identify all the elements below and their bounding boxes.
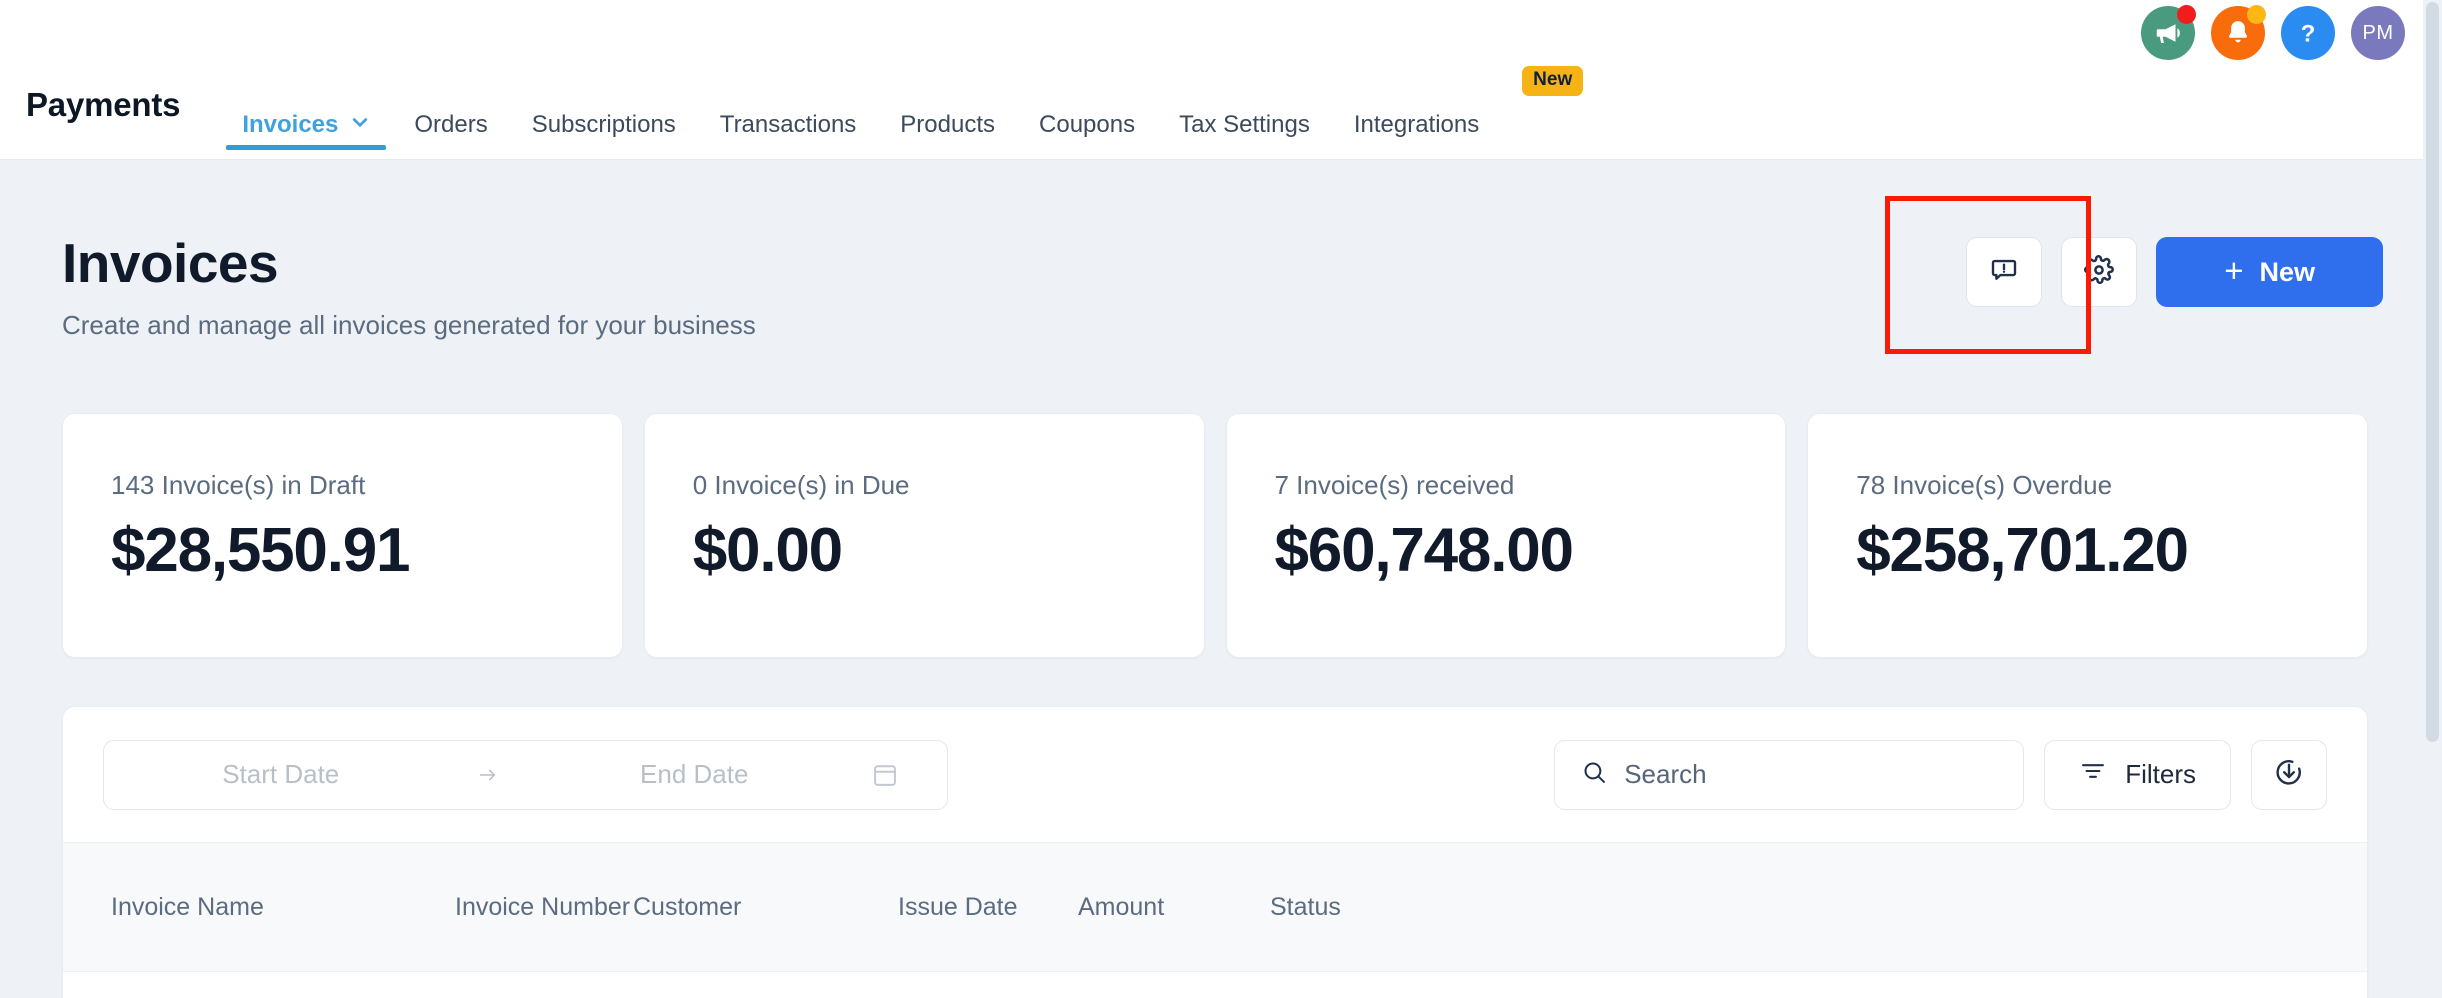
date-range-picker[interactable]: Start Date End Date [103,739,948,810]
nav-tab-label: Coupons [1039,111,1136,138]
stat-label: 7 Invoice(s) received [1274,470,1515,500]
table-body [63,972,2367,998]
filters-button[interactable]: Filters [2044,739,2231,810]
feedback-button[interactable] [1966,237,2043,307]
page-scrollbar[interactable] [2423,0,2442,998]
table-header-row: Invoice Name Invoice Number Customer Iss… [63,842,2367,972]
gear-icon [2083,254,2115,291]
stat-card-received[interactable]: 7 Invoice(s) received $60,748.00 [1225,413,1787,658]
nav-tab-label: Invoices [242,111,339,138]
bell-icon [2223,18,2253,48]
settings-button[interactable] [2061,237,2138,307]
invoices-page: ? PM Payments Invoices Orders Subscripti… [0,0,2442,998]
new-invoice-button[interactable]: + New [2156,237,2383,307]
column-header-invoice-number[interactable]: Invoice Number [455,889,633,925]
column-header-issue-date[interactable]: Issue Date [898,889,1078,925]
stat-value: $258,701.20 [1856,516,2189,585]
avatar-initials: PM [2362,21,2394,44]
stat-card-overdue[interactable]: 78 Invoice(s) Overdue $258,701.20 [1807,413,2368,658]
stat-value: $28,550.91 [111,516,411,585]
notifications-badge-dot [2247,5,2266,24]
nav-tab-products[interactable]: Products [878,72,1017,160]
announcements-button[interactable] [2141,5,2196,60]
nav-tab-subscriptions[interactable]: Subscriptions [510,72,698,160]
nav-new-badge: New [1522,66,1584,96]
nav-tab-tax-settings[interactable]: Tax Settings [1157,72,1332,160]
column-header-status[interactable]: Status [1270,889,2367,925]
calendar-icon[interactable] [871,761,947,789]
download-circle-icon [2273,756,2305,793]
nav-tab-label: Orders [414,111,488,138]
stat-card-draft[interactable]: 143 Invoice(s) in Draft $28,550.91 [62,413,623,658]
end-date-input[interactable]: End Date [518,759,872,790]
nav-tab-label: Tax Settings [1179,111,1310,138]
stat-label: 143 Invoice(s) in Draft [111,470,366,500]
filters-label: Filters [2125,759,2196,789]
download-button[interactable] [2251,739,2327,810]
nav-tab-label: Products [900,111,996,138]
stat-value: $60,748.00 [1274,516,1575,585]
header-divider [0,159,2423,160]
stat-value: $0.00 [692,516,843,585]
page-title: Invoices [62,232,279,294]
primary-nav: Payments Invoices Orders Subscriptions T… [0,66,2423,160]
nav-tab-orders[interactable]: Orders [392,72,509,160]
column-header-invoice-name[interactable]: Invoice Name [103,889,455,925]
nav-tab-list: Invoices Orders Subscriptions Transactio… [220,66,1584,160]
nav-tab-label: Subscriptions [531,111,676,138]
megaphone-icon [2153,18,2183,48]
start-date-input[interactable]: Start Date [104,759,458,790]
svg-text:?: ? [2301,21,2316,48]
stat-card-due[interactable]: 0 Invoice(s) in Due $0.00 [643,413,1205,658]
nav-tab-coupons[interactable]: Coupons [1017,72,1157,160]
help-button[interactable]: ? [2281,6,2335,60]
topbar-icon-group: ? PM [2141,5,2405,60]
search-icon [1581,759,1608,791]
nav-tab-invoices[interactable]: Invoices [220,72,392,160]
column-header-customer[interactable]: Customer [633,889,898,925]
top-bar: ? PM Payments Invoices Orders Subscripti… [0,0,2423,160]
new-invoice-label: New [2259,256,2315,287]
notifications-button[interactable] [2211,5,2266,60]
invoices-table-card: Start Date End Date Search Filters Invoi… [62,706,2368,998]
table-toolbar: Start Date End Date Search Filters [63,707,2367,842]
filter-lines-icon [2079,757,2107,792]
nav-tab-label: Transactions [719,111,857,138]
column-header-amount[interactable]: Amount [1078,889,1270,925]
chevron-down-icon [350,111,370,139]
nav-tab-integrations[interactable]: Integrations New [1332,66,1584,160]
search-placeholder: Search [1624,759,1707,789]
avatar[interactable]: PM [2351,6,2405,60]
comment-alert-icon [1989,255,2019,290]
stat-card-list: 143 Invoice(s) in Draft $28,550.91 0 Inv… [62,413,2368,658]
range-arrow-icon [458,764,518,786]
question-icon: ? [2291,16,2325,50]
stat-label: 0 Invoice(s) in Due [692,470,910,500]
search-input[interactable]: Search [1554,739,2025,810]
plus-icon: + [2224,252,2244,289]
nav-tab-transactions[interactable]: Transactions [698,72,879,160]
announcements-badge-dot [2177,5,2196,24]
brand-title: Payments [26,86,181,123]
page-subtitle: Create and manage all invoices generated… [62,310,756,340]
nav-tab-label: Integrations [1353,111,1480,138]
page-actions: + New [1966,237,2383,307]
stat-label: 78 Invoice(s) Overdue [1856,470,2113,500]
scrollbar-thumb[interactable] [2426,2,2439,742]
